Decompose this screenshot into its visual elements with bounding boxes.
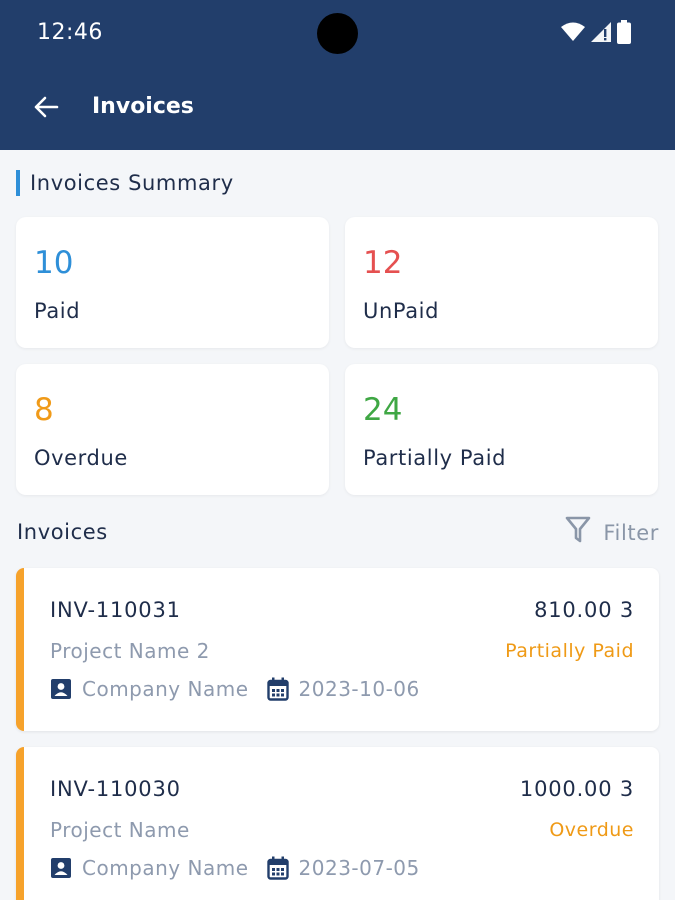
invoice-meta: Company Name 2023-10-06 (50, 677, 420, 701)
invoices-list-title: Invoices (17, 520, 108, 544)
summary-card-overdue[interactable]: 8 Overdue (16, 364, 329, 495)
filter-button[interactable]: Filter (565, 516, 659, 549)
invoice-date: 2023-07-05 (298, 856, 420, 880)
invoice-number: INV-110030 (50, 777, 181, 801)
battery-icon (617, 20, 631, 48)
invoice-company: Company Name (82, 677, 249, 701)
invoice-project: Project Name (50, 818, 190, 842)
arrow-left-icon (33, 95, 59, 123)
summary-title: Invoices Summary (16, 170, 234, 196)
status-icons (561, 20, 631, 48)
calendar-icon (266, 677, 289, 701)
summary-count: 10 (34, 245, 74, 281)
summary-label: UnPaid (363, 299, 440, 323)
signal-icon (591, 22, 611, 46)
invoice-date: 2023-10-06 (298, 677, 420, 701)
contact-card-icon (50, 678, 72, 700)
invoice-project: Project Name 2 (50, 639, 210, 663)
summary-card-paid[interactable]: 10 Paid (16, 217, 329, 348)
app-bar: 12:46 Invoices (0, 0, 675, 150)
page-title: Invoices (92, 94, 194, 119)
summary-count: 8 (34, 392, 54, 428)
back-button[interactable] (30, 93, 62, 125)
invoice-company: Company Name (82, 856, 249, 880)
invoice-item[interactable]: INV-110031 810.00 3 Project Name 2 Parti… (16, 568, 659, 731)
calendar-icon (266, 856, 289, 880)
invoice-status: Partially Paid (505, 640, 634, 662)
wifi-icon (561, 22, 585, 46)
invoice-meta: Company Name 2023-07-05 (50, 856, 420, 880)
summary-count: 24 (363, 392, 403, 428)
invoice-number: INV-110031 (50, 598, 181, 622)
camera-cutout (317, 13, 358, 54)
filter-icon (565, 516, 591, 549)
contact-card-icon (50, 857, 72, 879)
status-time: 12:46 (37, 20, 103, 45)
invoice-status: Overdue (549, 819, 634, 841)
invoice-amount: 1000.00 3 (519, 777, 634, 801)
summary-count: 12 (363, 245, 403, 281)
filter-label: Filter (603, 520, 659, 545)
summary-card-partially-paid[interactable]: 24 Partially Paid (345, 364, 658, 495)
invoice-amount: 810.00 3 (534, 598, 634, 622)
summary-card-unpaid[interactable]: 12 UnPaid (345, 217, 658, 348)
summary-label: Paid (34, 299, 81, 323)
invoice-item[interactable]: INV-110030 1000.00 3 Project Name Overdu… (16, 747, 659, 900)
summary-label: Overdue (34, 446, 128, 470)
summary-label: Partially Paid (363, 446, 507, 470)
